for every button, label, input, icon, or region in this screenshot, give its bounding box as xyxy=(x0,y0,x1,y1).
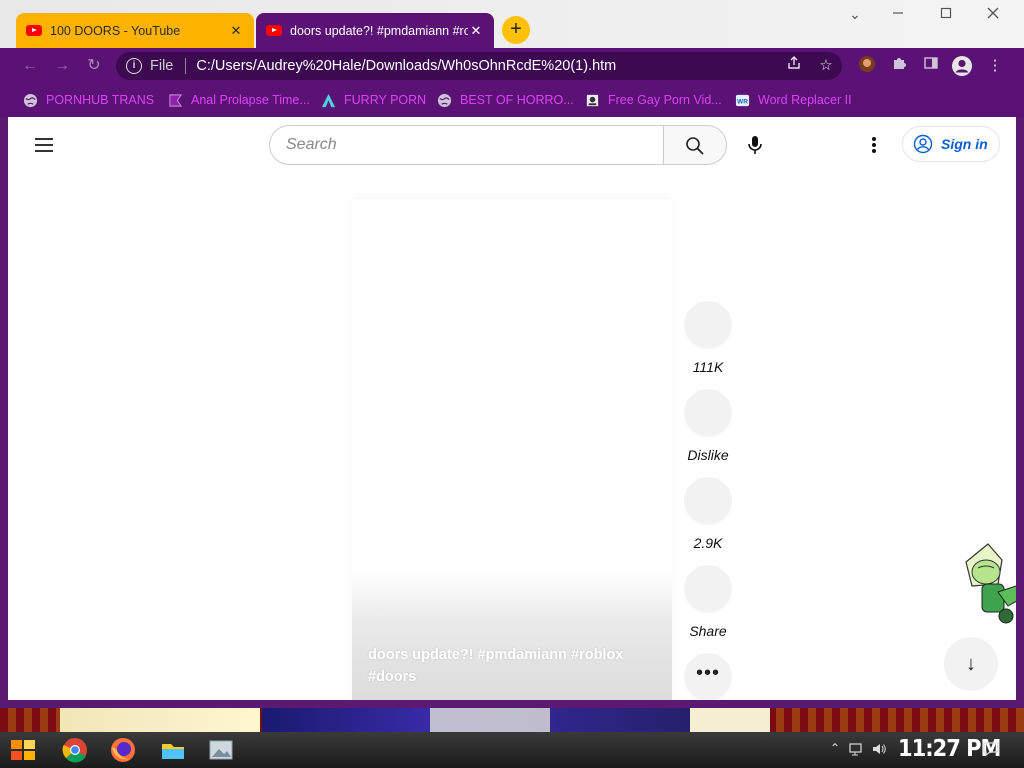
bookmark-label: Word Replacer II xyxy=(758,93,852,107)
browser-toolbar: ← → ↻ i File C:/Users/Audrey%20Hale/Down… xyxy=(0,48,1024,84)
close-tab-icon[interactable]: ✕ xyxy=(468,23,484,39)
hamburger-menu-icon[interactable] xyxy=(35,138,53,152)
globe-icon xyxy=(437,93,452,108)
network-icon[interactable] xyxy=(848,741,864,757)
start-button-icon[interactable] xyxy=(8,735,38,765)
youtube-page: Sign in doors update?! #pmdamiann #roblo… xyxy=(8,117,1016,700)
bookmarks-bar: PORNHUB TRANS Anal Prolapse Time... FURR… xyxy=(0,84,1024,117)
share-button[interactable]: Share xyxy=(676,565,740,639)
extension-icon: WR xyxy=(735,93,750,108)
new-tab-button[interactable]: + xyxy=(502,16,530,44)
firefox-taskbar-icon[interactable] xyxy=(108,735,138,765)
search-button[interactable] xyxy=(663,125,727,165)
comments-button[interactable]: 2.9K xyxy=(676,477,740,551)
bookmark-item[interactable]: Free Gay Porn Vid... xyxy=(585,90,722,110)
volume-icon[interactable] xyxy=(871,741,887,757)
bookmark-item[interactable]: PORNHUB TRANS xyxy=(23,90,154,110)
tab-100-doors[interactable]: 100 DOORS - YouTube ✕ xyxy=(16,13,254,48)
show-hidden-icons-icon[interactable]: ⌃ xyxy=(827,741,843,757)
purple-bookmark-icon xyxy=(168,93,183,108)
share-page-icon[interactable] xyxy=(783,55,805,77)
reload-icon[interactable]: ↻ xyxy=(82,54,106,78)
sign-in-label: Sign in xyxy=(941,136,988,152)
bookmark-item[interactable]: Anal Prolapse Time... xyxy=(168,90,310,110)
site-favicon-icon xyxy=(585,93,600,108)
youtube-favicon-icon xyxy=(26,25,42,36)
notifications-icon[interactable] xyxy=(982,740,999,757)
file-explorer-taskbar-icon[interactable] xyxy=(158,735,188,765)
desktop-wallpaper-strip xyxy=(0,708,1024,732)
next-short-button[interactable]: ↓ xyxy=(944,637,998,691)
address-scheme: File xyxy=(150,58,174,74)
bookmark-label: Free Gay Porn Vid... xyxy=(608,93,722,107)
like-button[interactable]: 111K xyxy=(676,301,740,375)
taskbar: ⌃ 11:27 PM xyxy=(0,732,1024,768)
search-input[interactable] xyxy=(286,136,665,154)
share-icon[interactable] xyxy=(684,565,732,613)
search-field[interactable] xyxy=(269,125,665,165)
short-video-player[interactable]: doors update?! #pmdamiann #roblox #doors xyxy=(352,199,672,700)
triangle-logo-icon xyxy=(321,93,336,108)
browser-menu-icon[interactable]: ⋮ xyxy=(984,55,1006,77)
more-actions-button[interactable]: ••• xyxy=(684,653,732,700)
minimize-icon[interactable] xyxy=(886,6,910,26)
bookmark-label: Anal Prolapse Time... xyxy=(191,93,310,107)
address-url[interactable]: C:/Users/Audrey%20Hale/Downloads/Wh0sOhn… xyxy=(196,58,616,74)
close-tab-icon[interactable]: ✕ xyxy=(228,23,244,39)
address-bar[interactable]: i File C:/Users/Audrey%20Hale/Downloads/… xyxy=(116,52,842,80)
settings-kebab-icon[interactable] xyxy=(864,133,884,157)
globe-icon xyxy=(23,93,38,108)
extensions-puzzle-icon[interactable] xyxy=(888,55,910,77)
desktop-mascot-image xyxy=(965,543,1016,624)
share-label: Share xyxy=(689,623,727,639)
address-divider xyxy=(185,58,187,74)
site-info-icon[interactable]: i xyxy=(126,58,142,74)
tab-strip: 100 DOORS - YouTube ✕ doors update?! #pm… xyxy=(0,0,1024,48)
back-arrow-icon[interactable]: ← xyxy=(18,54,42,78)
account-icon xyxy=(913,134,933,154)
short-caption[interactable]: doors update?! #pmdamiann #roblox #doors xyxy=(368,644,648,688)
youtube-favicon-icon xyxy=(266,25,282,36)
tab-title: 100 DOORS - YouTube xyxy=(50,23,181,38)
dislike-icon[interactable] xyxy=(684,389,732,437)
tab-search-chevron-icon[interactable]: ⌄ xyxy=(843,6,867,26)
microphone-icon[interactable] xyxy=(743,133,767,157)
side-panel-icon[interactable] xyxy=(920,55,942,77)
dislike-button[interactable]: Dislike xyxy=(676,389,740,463)
svg-text:WR: WR xyxy=(737,98,748,105)
photos-taskbar-icon[interactable] xyxy=(206,735,236,765)
maximize-icon[interactable] xyxy=(934,6,958,26)
profile-extension-icon[interactable] xyxy=(856,55,878,77)
tab-doors-update[interactable]: doors update?! #pmdamiann #roblox #doors… xyxy=(256,13,494,48)
like-icon[interactable] xyxy=(684,301,732,349)
bookmark-item[interactable]: BEST OF HORRO... xyxy=(437,90,574,110)
dislike-label: Dislike xyxy=(687,447,729,463)
comments-icon[interactable] xyxy=(684,477,732,525)
sign-in-button[interactable]: Sign in xyxy=(902,126,1000,162)
bookmark-label: BEST OF HORRO... xyxy=(460,93,574,107)
bookmark-label: FURRY PORN xyxy=(344,93,427,107)
profile-avatar-icon[interactable] xyxy=(951,55,973,77)
tab-title: doors update?! #pmdamiann #roblox #doors xyxy=(290,23,468,38)
search-icon xyxy=(686,137,704,155)
comments-count: 2.9K xyxy=(693,535,723,551)
bookmark-label: PORNHUB TRANS xyxy=(46,93,155,107)
bookmark-star-icon[interactable]: ☆ xyxy=(815,55,837,77)
close-window-icon[interactable] xyxy=(981,6,1005,26)
like-count: 111K xyxy=(692,359,724,375)
chrome-taskbar-icon[interactable] xyxy=(60,735,90,765)
bookmark-item[interactable]: FURRY PORN xyxy=(321,90,426,110)
bookmark-item[interactable]: WR Word Replacer II xyxy=(735,90,852,110)
forward-arrow-icon[interactable]: → xyxy=(50,54,74,78)
browser-window: 100 DOORS - YouTube ✕ doors update?! #pm… xyxy=(0,0,1024,708)
